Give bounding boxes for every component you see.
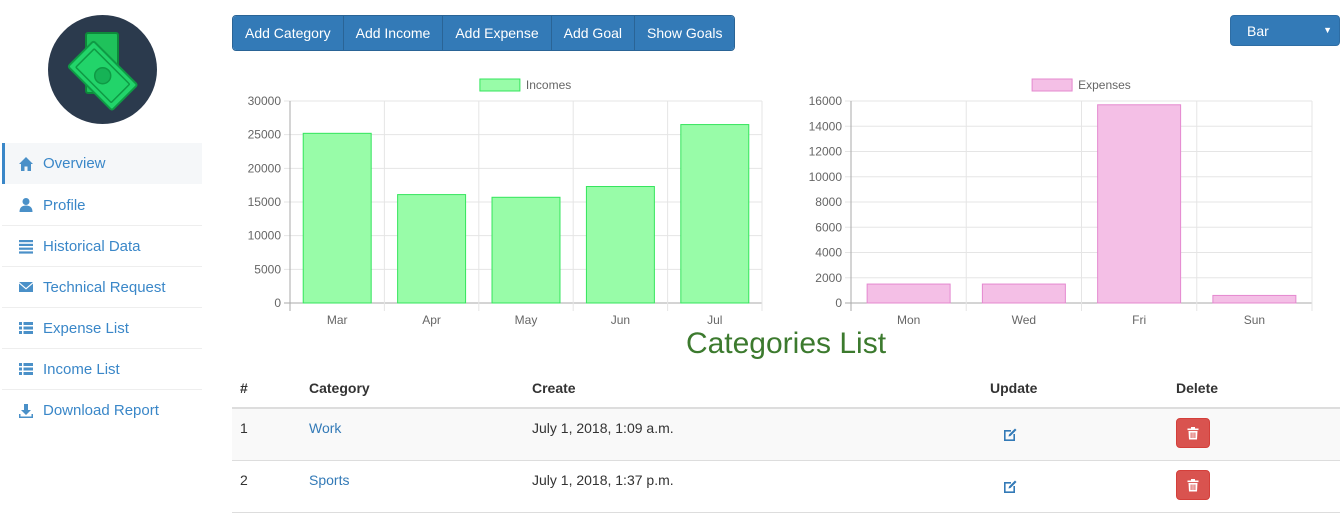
x-tick-label: Apr: [422, 313, 441, 327]
bar: [397, 194, 467, 304]
legend-swatch: [479, 78, 521, 92]
action-button-group: Add Category Add Income Add Expense Add …: [232, 15, 736, 51]
y-tick-label: 5000: [254, 262, 281, 276]
money-logo-icon: [67, 32, 138, 111]
sidebar-item-income-list[interactable]: Income List: [2, 349, 202, 390]
y-tick-label: 0: [835, 296, 842, 310]
sidebar-item-download-report[interactable]: Download Report: [2, 390, 202, 431]
envelope-icon: [18, 279, 34, 295]
y-tick-label: 14000: [809, 119, 843, 133]
chart-type-value: Bar: [1247, 22, 1269, 39]
sidebar-item-label: Expense List: [43, 319, 129, 337]
table-row: 2 Sports July 1, 2018, 1:37 p.m.: [232, 461, 1340, 513]
app-logo: [48, 15, 157, 124]
header-update: Update: [990, 380, 1038, 396]
created-date: July 1, 2018, 1:09 a.m.: [532, 420, 674, 436]
sidebar-item-profile[interactable]: Profile: [2, 185, 202, 226]
bar: [981, 283, 1066, 304]
th-list-icon: [18, 361, 34, 377]
categories-table: # Category Create Update Delete 1 Work J…: [232, 370, 1340, 513]
row-num: 2: [240, 472, 248, 488]
y-tick-label: 16000: [809, 94, 843, 108]
sidebar-item-label: Overview: [43, 155, 106, 172]
x-tick-label: Jul: [707, 313, 722, 327]
sidebar-item-label: Download Report: [43, 402, 159, 419]
y-tick-label: 15000: [248, 195, 282, 209]
table-header: # Category Create Update Delete: [232, 370, 1340, 409]
y-tick-label: 4000: [815, 246, 842, 260]
legend-label: Expenses: [1078, 78, 1131, 92]
bar: [491, 196, 561, 304]
sidebar-item-label: Technical Request: [43, 278, 166, 296]
bar: [1212, 294, 1297, 304]
y-tick-label: 10000: [809, 170, 843, 184]
bar: [585, 186, 655, 304]
categories-list-title: Categories List: [685, 327, 887, 360]
header-num: #: [240, 380, 248, 396]
y-tick-label: 10000: [248, 229, 282, 243]
y-tick-label: 0: [274, 296, 281, 310]
sidebar-item-label: Profile: [43, 196, 86, 214]
delete-button[interactable]: [1176, 470, 1210, 500]
x-tick-label: Mon: [897, 313, 920, 327]
x-tick-label: Sun: [1244, 313, 1265, 327]
show-goals-button[interactable]: Show Goals: [635, 16, 735, 50]
chart-type-select[interactable]: Bar ▼: [1230, 15, 1340, 46]
sidebar-item-overview[interactable]: Overview: [2, 143, 202, 184]
y-tick-label: 12000: [809, 145, 843, 159]
home-icon: [18, 156, 34, 172]
sidebar-nav: Overview Profile Historical Data Technic…: [2, 143, 202, 431]
bar: [302, 132, 372, 304]
y-tick-label: 6000: [815, 220, 842, 234]
download-icon: [18, 403, 34, 419]
delete-button[interactable]: [1176, 418, 1210, 448]
add-income-button[interactable]: Add Income: [343, 16, 444, 50]
created-date: July 1, 2018, 1:37 p.m.: [532, 472, 674, 488]
y-tick-label: 25000: [248, 128, 282, 142]
sidebar-item-technical-request[interactable]: Technical Request: [2, 267, 202, 308]
sidebar-item-expense-list[interactable]: Expense List: [2, 308, 202, 349]
category-link[interactable]: Sports: [309, 472, 349, 488]
x-tick-label: Mar: [327, 313, 348, 327]
expenses-bar-chart: Expenses 0 2000 4000 6000 8000 10000 12000 14000…: [809, 78, 1313, 327]
legend-label: Incomes: [526, 78, 571, 92]
user-icon: [18, 197, 34, 213]
category-link[interactable]: Work: [309, 420, 341, 436]
y-tick-label: 2000: [815, 271, 842, 285]
add-goal-button[interactable]: Add Goal: [551, 16, 635, 50]
x-tick-label: Jun: [611, 313, 630, 327]
sidebar-item-label: Historical Data: [43, 237, 141, 255]
x-tick-label: May: [515, 313, 538, 327]
x-tick-label: Fri: [1132, 313, 1146, 327]
bar: [1097, 104, 1182, 304]
header-delete: Delete: [1176, 380, 1219, 396]
caret-down-icon: ▼: [1323, 25, 1332, 35]
trash-icon: [1187, 478, 1199, 491]
th-list-icon: [18, 320, 34, 336]
bar: [680, 124, 750, 304]
bar: [866, 283, 951, 304]
table-row: 1 Work July 1, 2018, 1:09 a.m.: [232, 409, 1340, 461]
legend-swatch: [1031, 78, 1073, 92]
add-expense-button[interactable]: Add Expense: [443, 16, 552, 50]
sidebar-item-label: Income List: [43, 360, 120, 378]
header-category: Category: [309, 380, 370, 396]
add-category-button[interactable]: Add Category: [233, 16, 344, 50]
y-tick-label: 30000: [248, 94, 282, 108]
trash-icon: [1187, 426, 1199, 439]
x-tick-label: Wed: [1012, 313, 1036, 327]
edit-icon[interactable]: [1002, 427, 1018, 443]
y-tick-label: 20000: [248, 161, 282, 175]
y-tick-label: 8000: [815, 195, 842, 209]
list-icon: [18, 238, 34, 254]
sidebar-item-historical-data[interactable]: Historical Data: [2, 226, 202, 267]
incomes-bar-chart: Incomes 0 5000 10000 15000 20000 25000 30000 Mar…: [248, 78, 763, 327]
header-create: Create: [532, 380, 576, 396]
row-num: 1: [240, 420, 248, 436]
edit-icon[interactable]: [1002, 479, 1018, 495]
